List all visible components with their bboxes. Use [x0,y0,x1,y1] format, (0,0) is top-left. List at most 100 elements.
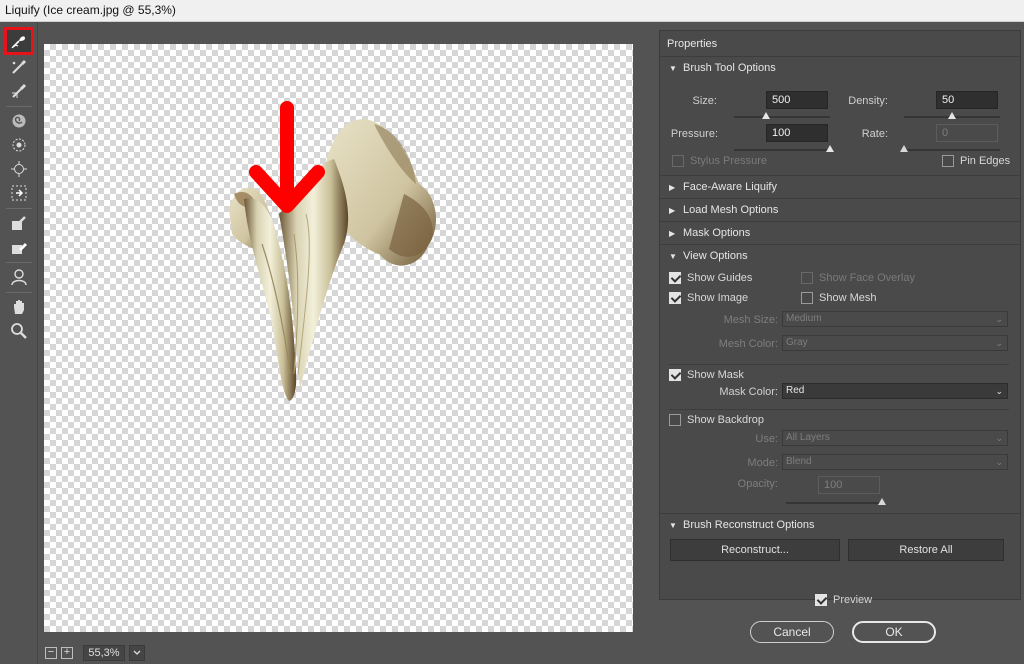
checkbox-box[interactable] [942,155,954,167]
image-canvas[interactable] [44,44,633,632]
show-backdrop-checkbox[interactable]: Show Backdrop [669,409,1009,426]
smooth-icon [12,83,27,98]
checkbox-box[interactable] [669,414,681,426]
density-slider[interactable] [904,112,1000,119]
bloat-tool[interactable] [7,158,31,180]
thaw-mask-icon [12,243,27,254]
ice-cream-image [229,101,437,401]
slider-thumb[interactable] [826,145,834,152]
face-aware-liquify-header[interactable]: ▶ Face-Aware Liquify [660,175,1020,197]
checkbox-box[interactable] [801,292,813,304]
chevron-down-icon: ⌄ [995,433,1003,443]
push-left-icon [11,185,27,201]
mesh-color-select: Gray ⌄ [782,335,1008,351]
thaw-mask-tool[interactable] [7,236,31,258]
zoom-in-button[interactable]: + [61,647,73,659]
push-left-tool[interactable] [7,182,31,204]
checkbox-box [801,272,813,284]
checkbox-box[interactable] [669,369,681,381]
mask-options-header[interactable]: ▶ Mask Options [660,221,1020,243]
slider-thumb[interactable] [948,112,956,119]
slider-thumb [878,498,886,505]
triangle-right-icon: ▶ [669,183,676,192]
pucker-icon [12,138,26,152]
forward-warp-tool[interactable] [4,27,34,55]
pin-edges-checkbox[interactable]: Pin Edges [942,155,1010,167]
show-mask-checkbox[interactable]: Show Mask [669,364,1009,381]
checkbox-box[interactable] [669,292,681,304]
chevron-down-icon [133,650,141,655]
pressure-slider[interactable] [734,145,834,152]
show-face-overlay-checkbox: Show Face Overlay [801,272,915,284]
face-tool[interactable] [7,266,31,288]
triangle-down-icon: ▼ [669,64,677,73]
zoom-level-field[interactable]: 55,3% [83,645,125,661]
reconstruct-button[interactable]: Reconstruct... [670,539,840,561]
reconstruct-tool[interactable] [7,56,31,78]
checkbox-box[interactable] [815,594,827,606]
size-input[interactable]: 500 [766,91,828,109]
density-label: Density: [848,95,888,107]
stylus-pressure-checkbox: Stylus Pressure [672,155,767,167]
status-bar: − + 55,3% [39,642,643,664]
slider-thumb[interactable] [761,112,770,119]
mesh-size-label: Mesh Size: [723,314,778,326]
chevron-down-icon: ⌄ [995,314,1003,324]
zoom-dropdown[interactable] [129,645,145,661]
use-select: All Layers ⌄ [782,430,1008,446]
rate-input: 0 [936,124,998,142]
opacity-label: Opacity: [737,478,778,490]
mask-color-label: Mask Color: [719,386,778,398]
triangle-right-icon: ▶ [669,229,676,238]
load-mesh-options-header[interactable]: ▶ Load Mesh Options [660,198,1020,220]
properties-panel-wrap: Properties ▼ Brush Tool Options Size: 500… [653,22,1024,664]
twirl-icon [12,114,26,128]
use-label: Use: [755,433,778,445]
checkbox-box[interactable] [669,272,681,284]
restore-all-button[interactable]: Restore All [848,539,1004,561]
smooth-tool[interactable] [7,80,31,102]
chevron-down-icon: ⌄ [995,338,1003,348]
triangle-down-icon: ▼ [669,252,677,261]
hand-tool[interactable] [7,296,31,318]
pressure-input[interactable]: 100 [766,124,828,142]
brush-tool-options-header[interactable]: ▼ Brush Tool Options [660,57,1020,79]
mode-label: Mode: [747,457,778,469]
window-title: Liquify (Ice cream.jpg @ 55,3%) [0,0,1024,22]
view-options-header[interactable]: ▼ View Options [660,244,1020,266]
twirl-tool[interactable] [7,110,31,132]
mesh-size-select: Medium ⌄ [782,311,1008,327]
pucker-tool[interactable] [7,134,31,156]
rate-label: Rate: [861,128,888,140]
brush-reconstruct-options-header[interactable]: ▼ Brush Reconstruct Options [660,513,1020,535]
properties-panel: Properties ▼ Brush Tool Options Size: 500… [659,30,1021,600]
reconstruct-icon [12,59,27,74]
liquify-toolbar [0,22,38,664]
density-input[interactable]: 50 [936,91,998,109]
canvas-area [39,22,643,642]
panel-title: Properties [660,31,1020,57]
show-image-checkbox[interactable]: Show Image [669,292,748,304]
show-guides-checkbox[interactable]: Show Guides [669,272,752,284]
checkbox-box [672,155,684,167]
size-slider[interactable] [734,112,830,119]
zoom-out-button[interactable]: − [45,647,57,659]
zoom-icon [11,323,27,339]
freeze-mask-tool[interactable] [7,212,31,234]
opacity-input: 100 [818,476,880,494]
panel-splitter[interactable] [643,22,653,664]
cancel-button[interactable]: Cancel [750,621,834,643]
mask-color-select[interactable]: Red ⌄ [782,383,1008,399]
forward-warp-icon [11,36,25,49]
bloat-icon [11,161,27,177]
size-label: Size: [692,95,717,107]
show-mesh-checkbox[interactable]: Show Mesh [801,292,876,304]
face-icon [11,269,27,286]
pressure-label: Pressure: [670,128,718,140]
ok-button[interactable]: OK [852,621,936,643]
zoom-tool[interactable] [7,320,31,342]
red-arrow-annotation [249,101,325,213]
preview-checkbox[interactable]: Preview [815,594,872,606]
chevron-down-icon: ⌄ [995,457,1003,467]
mesh-color-label: Mesh Color: [718,338,778,350]
